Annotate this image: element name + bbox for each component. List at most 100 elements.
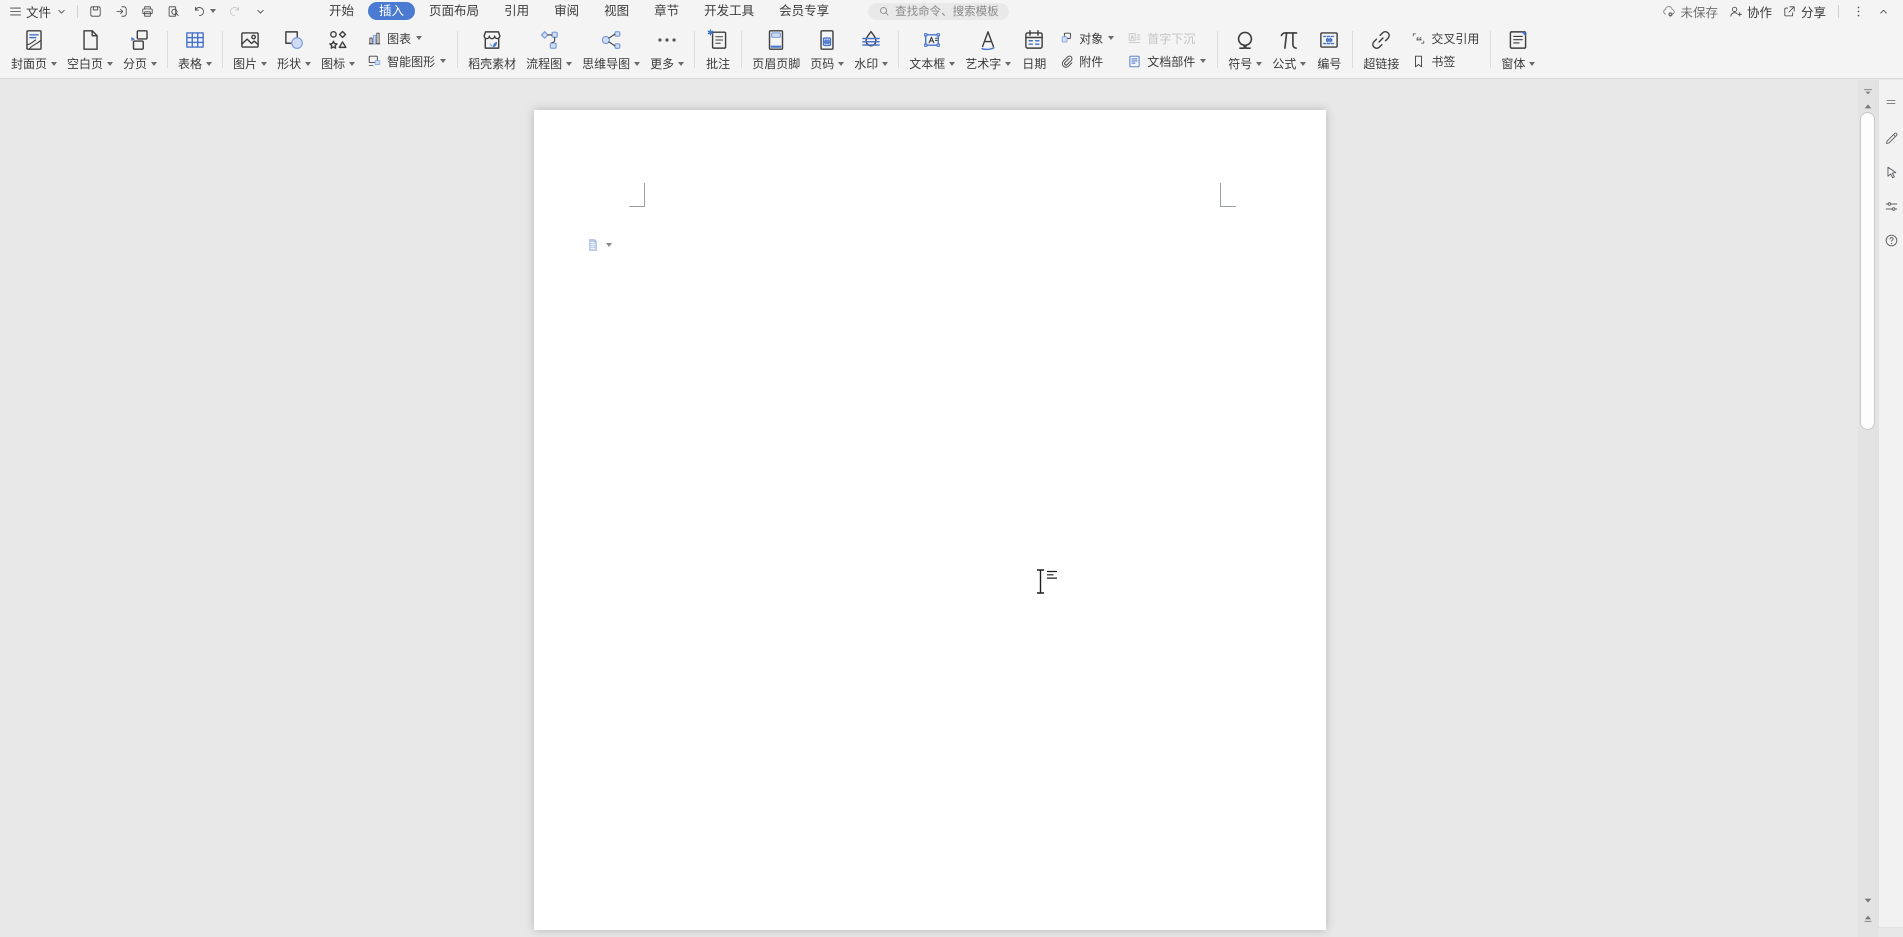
ribbon-button-form[interactable]: 窗体 [1496, 25, 1540, 74]
chart-icon [366, 30, 383, 47]
ribbon-button-label: 页码 [810, 55, 834, 72]
qat-save-button[interactable] [84, 1, 107, 21]
tab-page-layout[interactable]: 页面布局 [418, 2, 490, 20]
doc-placeholder-icon[interactable] [585, 236, 601, 254]
ribbon-button-symbol[interactable]: 符号 [1223, 25, 1267, 74]
qat-customize-toolbar-button[interactable] [249, 1, 272, 21]
ribbon-button-table[interactable]: 表格 [173, 25, 217, 74]
ribbon-button-hyperlink[interactable]: 超链接 [1358, 25, 1404, 74]
tab-home[interactable]: 开始 [318, 2, 365, 20]
placeholder-dropdown-caret-icon[interactable] [606, 243, 612, 247]
ribbon-button-cover-page[interactable]: 封面页 [6, 25, 62, 74]
ribbon-button-doc-part[interactable]: 文档部件 [1124, 52, 1208, 71]
hyperlink-icon [1368, 27, 1394, 53]
side-help-button[interactable] [1881, 230, 1901, 250]
ribbon-button-textbox[interactable]: 文本框 [904, 25, 960, 74]
side-select-cursor-button[interactable] [1881, 162, 1901, 182]
ribbon-button-label: 附件 [1079, 53, 1103, 70]
ribbon-button-cross-reference[interactable]: 交叉引用 [1408, 29, 1481, 48]
tab-view[interactable]: 视图 [593, 2, 640, 20]
scroll-down-arrow-icon[interactable] [1860, 892, 1876, 908]
share-button[interactable]: 分享 [1778, 1, 1830, 21]
dropdown-caret-icon [151, 62, 157, 66]
tab-review[interactable]: 审阅 [543, 2, 590, 20]
ribbon-button-page-break[interactable]: 分页 [118, 25, 162, 74]
qat-redo-button [223, 1, 246, 21]
save-icon [88, 4, 103, 19]
page-up-button-icon[interactable] [1860, 910, 1876, 926]
ribbon-button-formula[interactable]: 公式 [1267, 25, 1311, 74]
tab-insert[interactable]: 插入 [368, 2, 415, 20]
scrollbar-thumb[interactable] [1860, 112, 1875, 430]
collapse-ribbon-button[interactable] [1872, 1, 1895, 21]
print-icon [140, 4, 155, 19]
tab-references[interactable]: 引用 [493, 2, 540, 20]
dropdown-caret-icon [261, 62, 267, 66]
vertical-scrollbar[interactable] [1858, 80, 1878, 937]
file-chevron-down-icon[interactable] [54, 4, 65, 19]
ribbon-button-flowchart[interactable]: 流程图 [521, 25, 577, 74]
icon-library-icon [325, 27, 351, 53]
title-tab-bar: 文件 开始插入页面布局引用审阅视图章节开发工具会员专享 查找命令、搜索模板 未保… [0, 0, 1903, 22]
tab-member[interactable]: 会员专享 [768, 2, 840, 20]
ribbon-button-page-number[interactable]: 页码 [805, 25, 849, 74]
save-status-button[interactable]: 未保存 [1657, 1, 1722, 21]
hamburger-menu-icon[interactable] [8, 4, 23, 19]
ribbon-button-numbering[interactable]: 编号 [1311, 25, 1347, 74]
dropdown-caret-icon [882, 62, 888, 66]
side-toolbar-drag-handle[interactable] [1881, 92, 1901, 112]
ribbon-button-comment[interactable]: 批注 [700, 25, 736, 74]
dropdown-caret-icon [949, 62, 955, 66]
ribbon-button-label: 公式 [1272, 55, 1296, 72]
ribbon-button-label: 文本框 [909, 55, 945, 72]
ribbon-button-label: 图表 [387, 30, 411, 47]
ribbon-button-watermark[interactable]: 水印 [849, 25, 893, 74]
side-pen-button[interactable] [1881, 128, 1901, 148]
ribbon-button-label: 图片 [233, 55, 257, 72]
file-menu-button[interactable]: 文件 [26, 2, 51, 21]
ribbon-button-label: 日期 [1022, 55, 1046, 72]
ribbon-group-divider [1490, 31, 1491, 68]
ribbon-button-label: 符号 [1228, 55, 1252, 72]
collaborate-button[interactable]: 协作 [1724, 1, 1776, 21]
ribbon-button-date[interactable]: 日期 [1016, 25, 1052, 74]
document-page[interactable] [534, 110, 1326, 930]
ribbon-button-more[interactable]: 更多 [645, 25, 689, 74]
ribbon-button-smart-graphic[interactable]: 智能图形 [364, 52, 448, 71]
command-search-input[interactable]: 查找命令、搜索模板 [868, 3, 1009, 20]
ribbon-button-mindmap[interactable]: 思维导图 [577, 25, 645, 74]
divider [77, 5, 78, 18]
collaborate-icon [1728, 4, 1743, 19]
ribbon-group-divider [1352, 31, 1353, 68]
document-canvas[interactable] [0, 80, 1858, 937]
ribbon-button-label: 稻壳素材 [468, 55, 516, 72]
ribbon-button-label: 形状 [277, 55, 301, 72]
adjust-icon [1883, 198, 1900, 215]
search-icon [878, 5, 890, 17]
qat-export-button[interactable] [110, 1, 133, 21]
save-status-label: 未保存 [1680, 2, 1718, 21]
ribbon-button-docer-material[interactable]: 稻壳素材 [463, 25, 521, 74]
ribbon-button-attachment[interactable]: 附件 [1056, 52, 1116, 71]
ribbon-button-picture[interactable]: 图片 [228, 25, 272, 74]
more-options-button[interactable] [1847, 1, 1870, 21]
side-adjust-button[interactable] [1881, 196, 1901, 216]
tab-dev-tools[interactable]: 开发工具 [693, 2, 765, 20]
ribbon-button-icon-library[interactable]: 图标 [316, 25, 360, 74]
tab-section[interactable]: 章节 [643, 2, 690, 20]
ribbon-button-header-footer[interactable]: 页眉页脚 [747, 25, 805, 74]
ribbon-button-object[interactable]: 对象 [1056, 29, 1116, 48]
ribbon-button-label: 对象 [1079, 30, 1103, 47]
ribbon-button-chart[interactable]: 图表 [364, 29, 448, 48]
qat-print-preview-button[interactable] [162, 1, 185, 21]
ribbon-button-blank-page[interactable]: 空白页 [62, 25, 118, 74]
ribbon-button-wordart[interactable]: 艺术字 [960, 25, 1016, 74]
qat-print-button[interactable] [136, 1, 159, 21]
cloud-unsaved-icon [1661, 4, 1676, 19]
inserted-object-placeholder[interactable] [585, 236, 612, 254]
qat-undo-button[interactable] [188, 1, 220, 21]
ribbon-button-label: 编号 [1317, 55, 1341, 72]
dropdown-caret-icon [1005, 62, 1011, 66]
ribbon-button-bookmark[interactable]: 书签 [1408, 52, 1481, 71]
ribbon-button-shapes[interactable]: 形状 [272, 25, 316, 74]
